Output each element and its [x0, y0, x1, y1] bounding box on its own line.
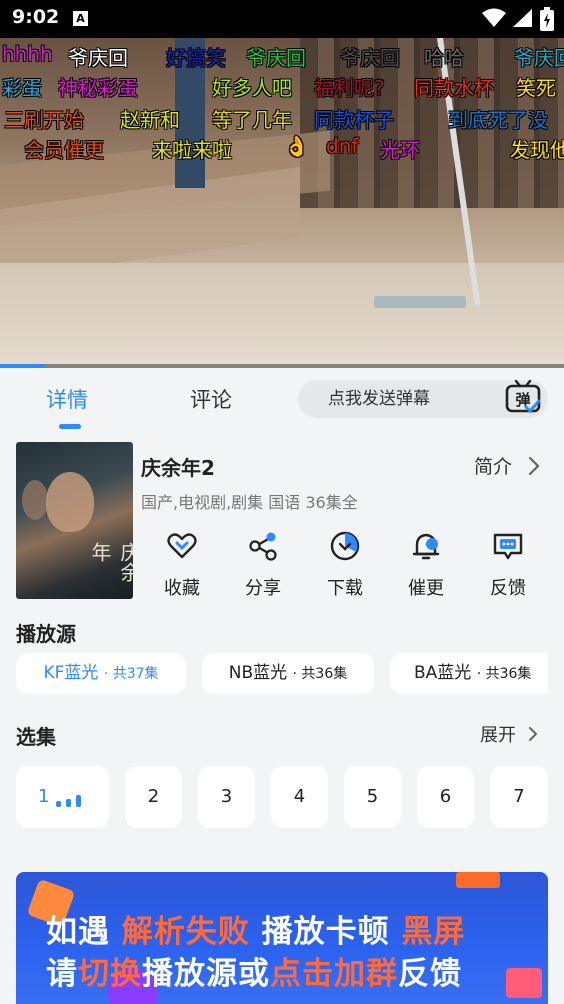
download-button[interactable]: 下载: [315, 530, 375, 600]
feedback-label: 反馈: [490, 578, 526, 599]
danmaku-comment: 爷庆回: [68, 46, 128, 70]
tab-details[interactable]: 详情: [46, 384, 88, 414]
source-name: BA蓝光: [414, 663, 472, 683]
show-poster[interactable]: 庆余年: [16, 442, 133, 599]
feedback-icon: [493, 533, 523, 560]
episode-button-4[interactable]: 4: [271, 766, 328, 828]
danmaku-comment: 爷庆回: [514, 46, 564, 70]
danmaku-comment: 光环: [380, 138, 420, 162]
tab-comments[interactable]: 评论: [190, 384, 232, 414]
danmaku-comment: 福利呢?: [314, 76, 385, 100]
signal-icon: [513, 9, 532, 27]
banner-text: 请: [46, 956, 78, 992]
source-option-ba[interactable]: BA蓝光 · 共36集: [390, 653, 548, 694]
banner-text: 播放源或: [142, 956, 270, 992]
bell-icon: [412, 533, 440, 560]
download-icon: [330, 531, 360, 561]
chevron-right-icon[interactable]: [527, 456, 541, 476]
danmaku-comment: 同款水杯: [414, 76, 494, 100]
favorite-button[interactable]: 收藏: [152, 530, 212, 600]
danmaku-comment: 神秘彩蛋: [58, 76, 138, 100]
source-option-nb[interactable]: NB蓝光 · 共36集: [202, 653, 374, 694]
wifi-icon: [482, 8, 506, 27]
danmaku-comment: hhhh: [2, 42, 53, 66]
chevron-right-icon[interactable]: [527, 726, 539, 742]
notification-icon: A: [73, 11, 88, 26]
source-name: NB蓝光: [228, 663, 288, 683]
favorite-label: 收藏: [164, 578, 200, 599]
danmaku-comment: 会员催更: [24, 138, 104, 162]
danmaku-comment: 来啦来啦: [152, 138, 232, 162]
status-bar: 9:02 A: [0, 0, 564, 38]
source-count: · 共36集: [476, 666, 532, 682]
share-icon: [249, 532, 277, 561]
episode-button-3[interactable]: 3: [198, 766, 255, 828]
request-update-label: 催更: [408, 578, 444, 599]
danmaku-toggle-glyph: 弹: [515, 391, 530, 409]
banner-line-2: 请切换播放源或点击加群反馈: [46, 948, 462, 993]
banner-line-1: 如遇 解析失败 播放卡顿 黑屏: [46, 906, 465, 951]
expand-episodes-link[interactable]: 展开: [480, 721, 516, 747]
danmaku-comment: 爷庆回: [340, 46, 400, 70]
video-background: [374, 296, 466, 308]
battery-icon: [540, 7, 554, 31]
episode-number: 1: [38, 786, 50, 807]
poster-title-text: 庆余年: [88, 542, 133, 582]
video-background: [0, 263, 564, 368]
banner-text: 反馈: [398, 956, 462, 992]
video-player[interactable]: hhhh 爷庆回 好搞笑 爷庆回 爷庆回 哈哈 爷庆回 彩蛋 神秘彩蛋 好多人吧…: [0, 38, 564, 368]
episode-button-6[interactable]: 6: [417, 766, 474, 828]
show-title: 庆余年2: [141, 456, 215, 480]
danmaku-comment: 等了几年: [212, 108, 292, 132]
status-time: 9:02: [12, 6, 60, 28]
danmaku-comment: dnf: [326, 134, 359, 158]
danmaku-comment: 发现他: [510, 138, 564, 162]
episode-button-7[interactable]: 7: [490, 766, 548, 828]
poster-figure: [46, 472, 94, 532]
banner-decoration: [456, 872, 500, 888]
sources-title: 播放源: [16, 622, 76, 646]
intro-link[interactable]: 简介: [474, 452, 512, 479]
source-name: KF蓝光: [43, 663, 99, 683]
danmaku-comment: 三刷开始: [4, 108, 84, 132]
episode-button-1[interactable]: 1: [16, 766, 109, 828]
episodes-title: 选集: [16, 725, 56, 749]
poster-figure: [22, 480, 48, 520]
request-update-button[interactable]: 催更: [396, 530, 456, 600]
banner-text: 播放卡顿: [261, 914, 390, 950]
danmaku-comment: 👌: [284, 134, 309, 158]
source-count: · 共36集: [292, 666, 348, 682]
danmaku-comment: 好多人吧: [212, 76, 292, 100]
banner-text: 点击加群: [270, 956, 398, 992]
heart-icon: [167, 533, 197, 559]
share-label: 分享: [245, 578, 281, 599]
danmaku-comment: 到底死了没: [448, 108, 548, 132]
danmaku-comment: 爷庆回: [246, 46, 306, 70]
share-button[interactable]: 分享: [233, 530, 293, 600]
banner-decoration: [506, 968, 542, 998]
danmaku-comment: 彩蛋: [2, 76, 42, 100]
playing-bars-icon: [56, 795, 81, 807]
tab-active-indicator: [59, 424, 81, 429]
danmaku-comment: 好搞笑: [166, 46, 226, 70]
source-count: · 共37集: [103, 666, 159, 682]
danmaku-comment: 同款杯子: [314, 108, 394, 132]
banner-text: 如遇: [46, 914, 110, 950]
danmaku-comment: 哈哈: [424, 46, 464, 70]
danmaku-toggle-icon[interactable]: 弹: [505, 379, 541, 415]
banner-text: 黑屏: [401, 914, 466, 950]
episode-button-2[interactable]: 2: [125, 766, 182, 828]
danmaku-comment: 赵新和: [120, 108, 180, 132]
episode-button-5[interactable]: 5: [344, 766, 401, 828]
danmaku-comment: 笑死: [516, 76, 556, 100]
banner-text: 解析失败: [121, 914, 250, 950]
tab-bar: 详情 评论: [0, 368, 564, 434]
danmaku-input[interactable]: [328, 380, 498, 418]
feedback-button[interactable]: 反馈: [478, 530, 538, 600]
download-label: 下载: [327, 578, 363, 599]
help-banner[interactable]: 如遇 解析失败 播放卡顿 黑屏 请切换播放源或点击加群反馈: [16, 872, 548, 1004]
show-meta: 国产,电视剧,剧集 国语 36集全: [141, 493, 358, 512]
source-option-kf[interactable]: KF蓝光 · 共37集: [16, 653, 186, 694]
banner-text: 切换: [78, 956, 142, 992]
